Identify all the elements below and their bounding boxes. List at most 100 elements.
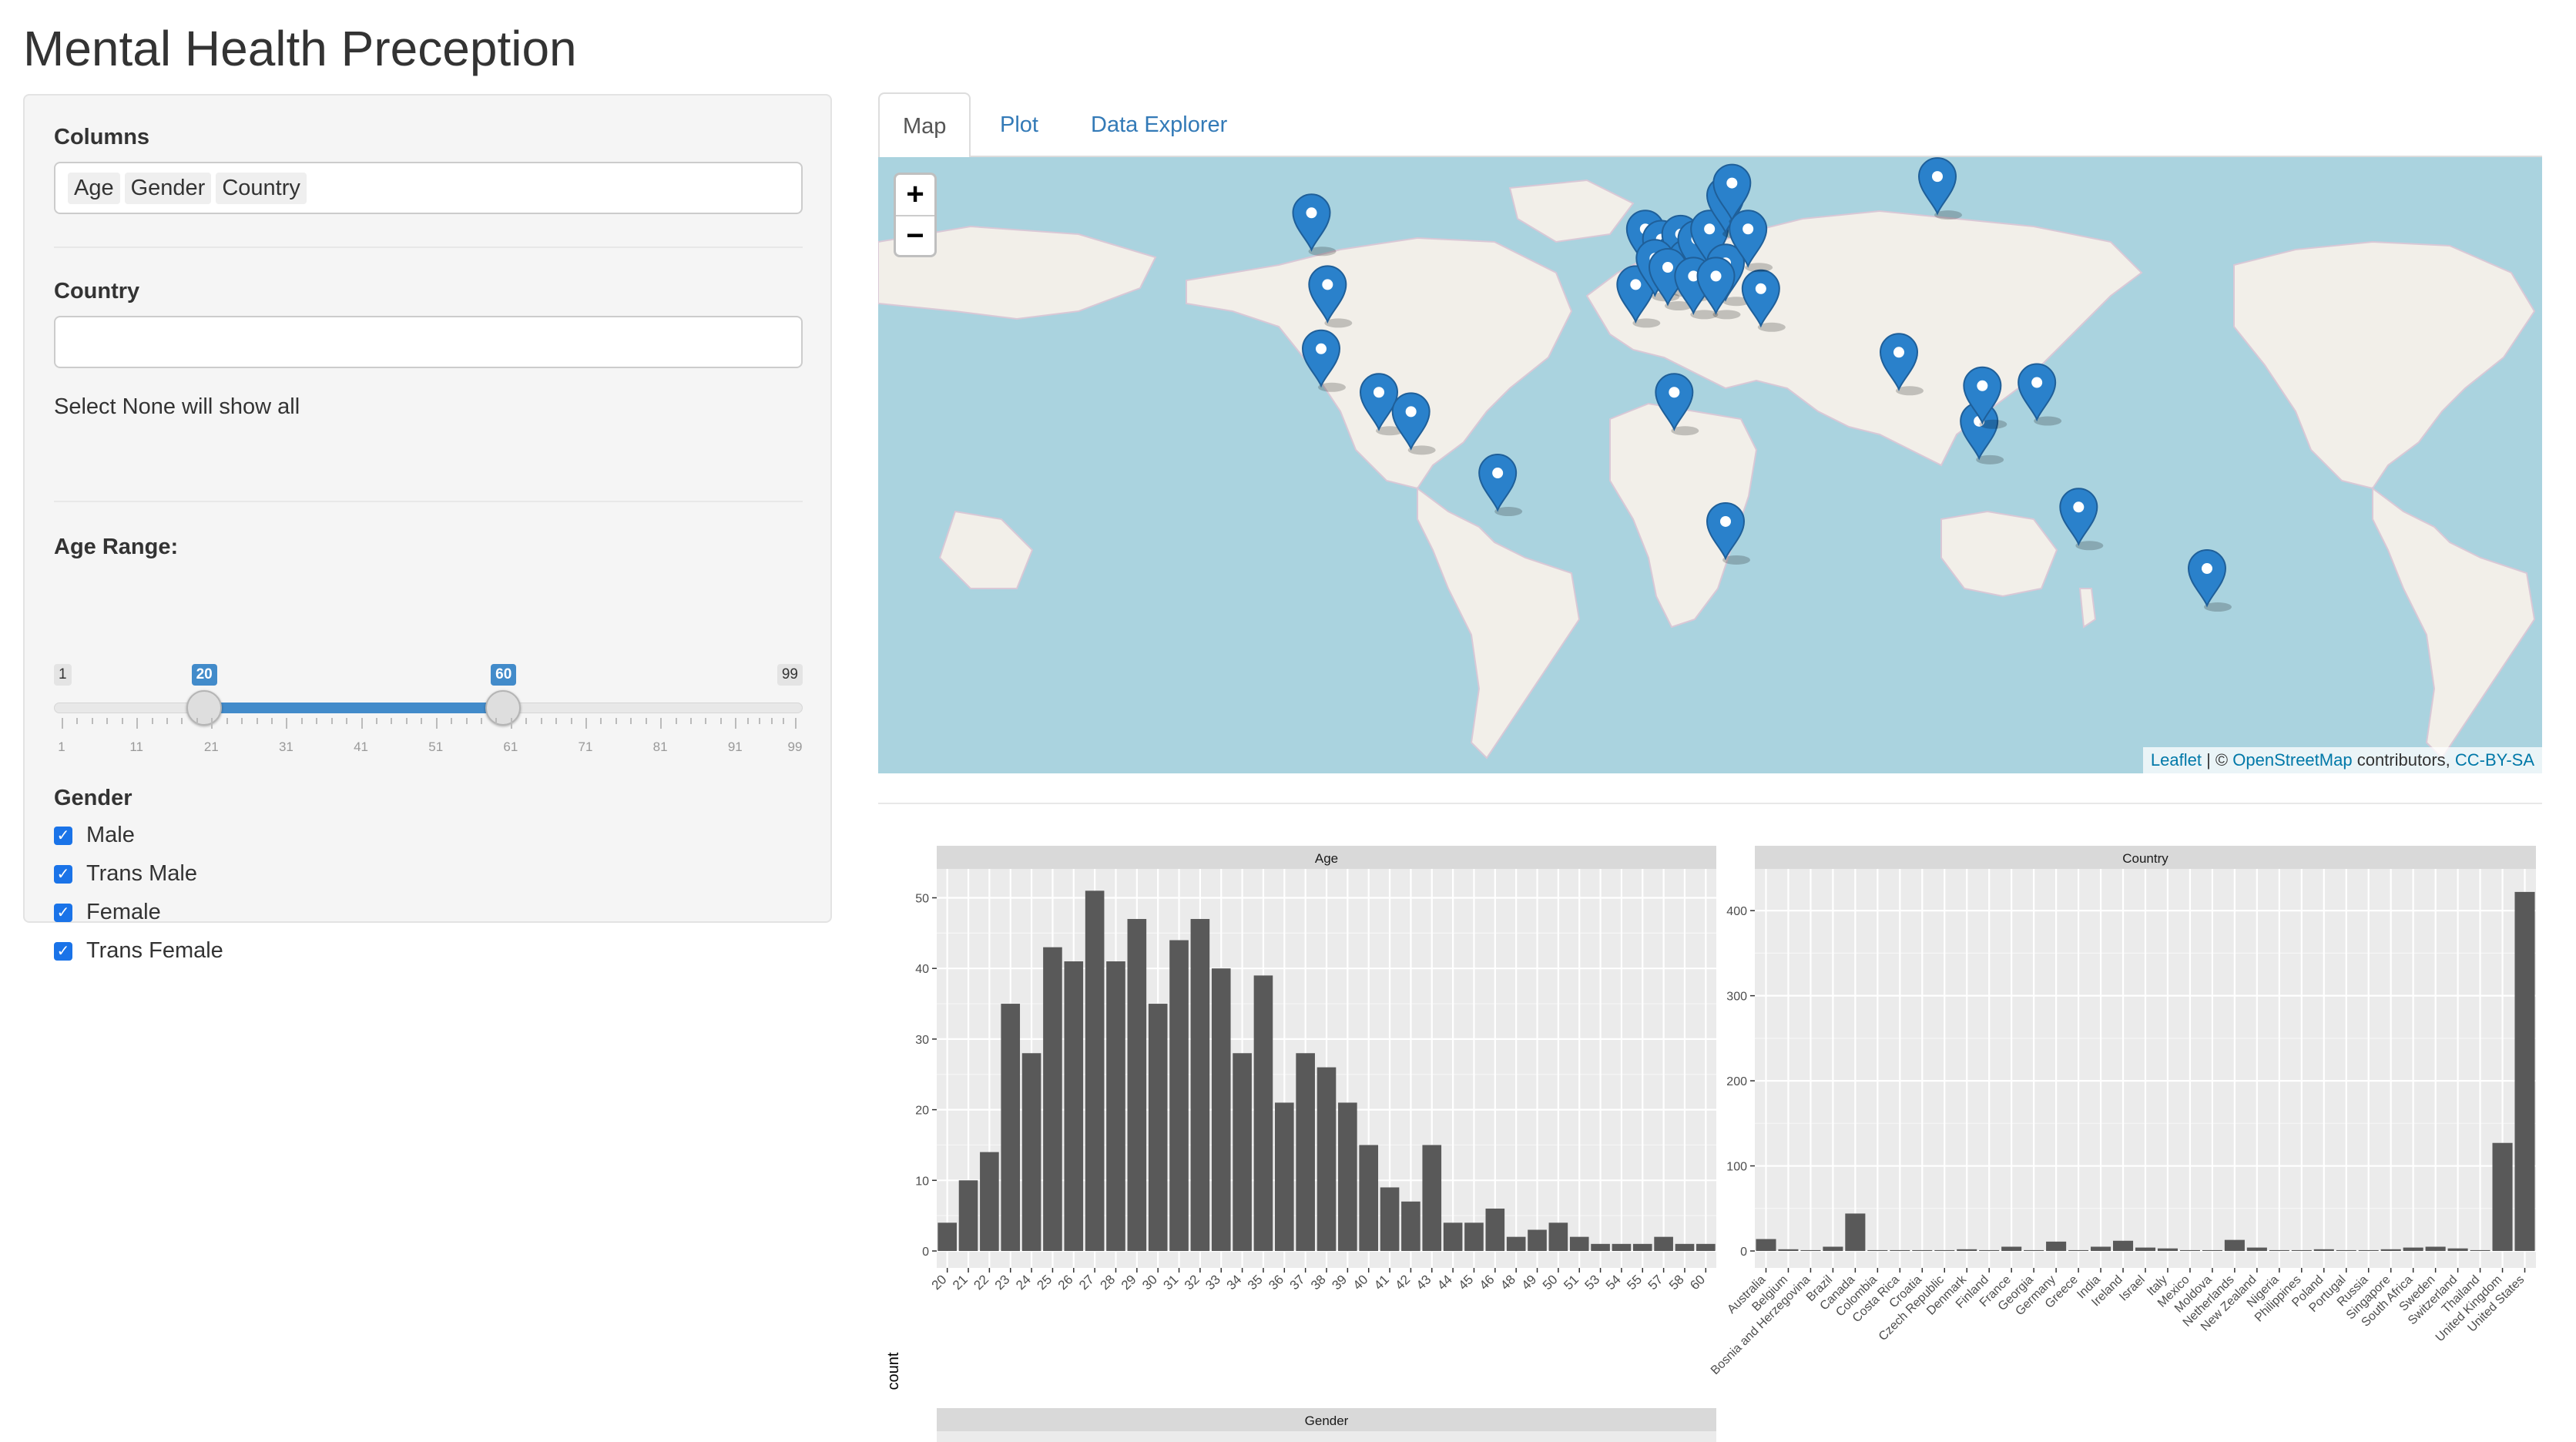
x-tick-label: 40 <box>1350 1272 1371 1293</box>
bar <box>2001 1246 2022 1251</box>
map-tiles[interactable] <box>878 157 2542 773</box>
facet-title: Age <box>1315 851 1338 866</box>
osm-link[interactable]: OpenStreetMap <box>2232 750 2352 770</box>
slider-minor-tick <box>645 718 647 724</box>
slider-tick <box>510 718 512 729</box>
x-tick-label: Israel <box>2117 1273 2148 1304</box>
map-marker-icon[interactable] <box>1478 454 1523 517</box>
x-tick-label: 23 <box>992 1272 1013 1293</box>
gender-label: Gender <box>54 786 132 810</box>
slider-minor-tick <box>465 718 468 724</box>
bar <box>1001 1004 1021 1251</box>
column-chip-gender[interactable]: Gender <box>124 172 212 204</box>
tab-plot[interactable]: Plot <box>977 92 1062 157</box>
checkbox-trans-female[interactable]: ✓ Trans Female <box>54 938 223 964</box>
tab-map[interactable]: Map <box>878 92 971 159</box>
tab-bar: Map Plot Data Explorer <box>878 92 2542 159</box>
slider-tick-label: 41 <box>354 739 369 754</box>
bar <box>2313 1249 2334 1251</box>
facet-age: Age0102030405020 21 22 23 24 25 26 27 28 29 30 31 32… <box>915 846 1716 1293</box>
checkbox-male[interactable]: ✓ Male <box>54 823 135 848</box>
map-marker-icon[interactable] <box>2018 363 2062 426</box>
license-link[interactable]: CC-BY-SA <box>2455 750 2534 770</box>
leaflet-link[interactable]: Leaflet <box>2151 750 2202 770</box>
zoom-control: + − <box>894 173 937 257</box>
leaflet-map[interactable]: + − Leaflet | © OpenStreetMap contributo… <box>878 157 2542 773</box>
slider-minor-tick <box>196 718 198 724</box>
checkbox-checked-icon[interactable]: ✓ <box>54 941 72 961</box>
slider-tick-label: 1 <box>58 739 65 754</box>
bar <box>1778 1249 1799 1251</box>
x-tick-label: 60 <box>1687 1272 1708 1293</box>
facet-title: Country <box>2122 851 2168 866</box>
column-chip-age[interactable]: Age <box>68 172 120 204</box>
x-tick-label: 53 <box>1582 1272 1603 1293</box>
slider-minor-tick <box>675 718 677 724</box>
map-marker-icon[interactable] <box>2187 549 2232 612</box>
bar <box>2112 1240 2134 1251</box>
country-select[interactable] <box>54 316 803 368</box>
zoom-in-button[interactable]: + <box>896 175 934 215</box>
slider-minor-tick <box>770 718 773 724</box>
slider-minor-tick <box>241 718 243 724</box>
zoom-out-button[interactable]: − <box>896 215 934 255</box>
bar <box>1800 1249 1821 1251</box>
checkbox-checked-icon[interactable]: ✓ <box>54 864 72 884</box>
columns-select[interactable]: Age Gender Country <box>54 162 803 214</box>
slider-minor-tick <box>151 718 153 724</box>
slider-minor-tick <box>376 718 377 724</box>
slider-minor-tick <box>181 718 183 724</box>
x-tick-label: 44 <box>1434 1272 1455 1293</box>
slider-handle-from[interactable] <box>186 690 222 726</box>
y-tick-label: 200 <box>1726 1075 1747 1088</box>
panel-background <box>937 1431 1716 1442</box>
slider-tick <box>795 718 797 729</box>
checkbox-checked-icon[interactable]: ✓ <box>54 826 72 845</box>
bar <box>1696 1243 1716 1251</box>
attribution-separator: | © <box>2206 750 2229 770</box>
x-tick-label: 22 <box>971 1272 991 1293</box>
bar <box>1756 1239 1776 1251</box>
slider-minor-tick <box>391 718 393 724</box>
bar <box>2358 1249 2379 1251</box>
bar <box>1443 1222 1463 1251</box>
x-tick-label: 48 <box>1498 1272 1518 1293</box>
bar <box>2179 1249 2200 1251</box>
x-tick-label: 30 <box>1139 1272 1160 1293</box>
bar <box>2024 1249 2044 1251</box>
slider-minor-tick <box>300 718 303 724</box>
bar <box>2068 1249 2089 1251</box>
map-marker-icon[interactable] <box>1292 193 1337 257</box>
checkbox-checked-icon[interactable]: ✓ <box>54 903 72 922</box>
bar <box>1845 1213 1866 1251</box>
bar <box>1211 968 1231 1251</box>
slider-handle-to[interactable] <box>485 690 522 726</box>
map-marker-icon[interactable] <box>2059 488 2104 551</box>
y-tick-label: 30 <box>915 1034 929 1047</box>
slider-minor-tick <box>525 718 528 724</box>
slider-tick-label: 99 <box>787 739 803 754</box>
bar <box>2224 1239 2245 1251</box>
column-chip-country[interactable]: Country <box>216 172 307 204</box>
slider-from-value: 20 <box>191 664 217 686</box>
bar <box>1190 919 1210 1251</box>
bar <box>1867 1249 1888 1251</box>
slider-tick-label: 71 <box>578 739 593 754</box>
x-tick-label: 31 <box>1161 1272 1182 1293</box>
map-marker-icon[interactable] <box>1917 157 1962 220</box>
bar <box>2202 1249 2222 1251</box>
checkbox-trans-male[interactable]: ✓ Trans Male <box>54 861 197 887</box>
x-tick-label: 54 <box>1603 1272 1624 1293</box>
slider-selected-range[interactable] <box>203 703 504 713</box>
bar <box>980 1152 999 1251</box>
y-tick-label: 100 <box>1726 1161 1747 1174</box>
x-tick-label: 43 <box>1414 1272 1434 1293</box>
slider-to-value: 60 <box>491 664 517 686</box>
bar <box>2046 1241 2067 1251</box>
tab-data-explorer[interactable]: Data Explorer <box>1068 92 1250 157</box>
x-tick-label: 36 <box>1266 1272 1286 1293</box>
bar <box>2091 1246 2111 1251</box>
age-range-slider[interactable]: 1 99 20 60 1 11 21 31 41 51 61 71 81 91 99 <box>54 561 803 754</box>
bar <box>1612 1243 1632 1251</box>
checkbox-female[interactable]: ✓ Female <box>54 900 161 925</box>
